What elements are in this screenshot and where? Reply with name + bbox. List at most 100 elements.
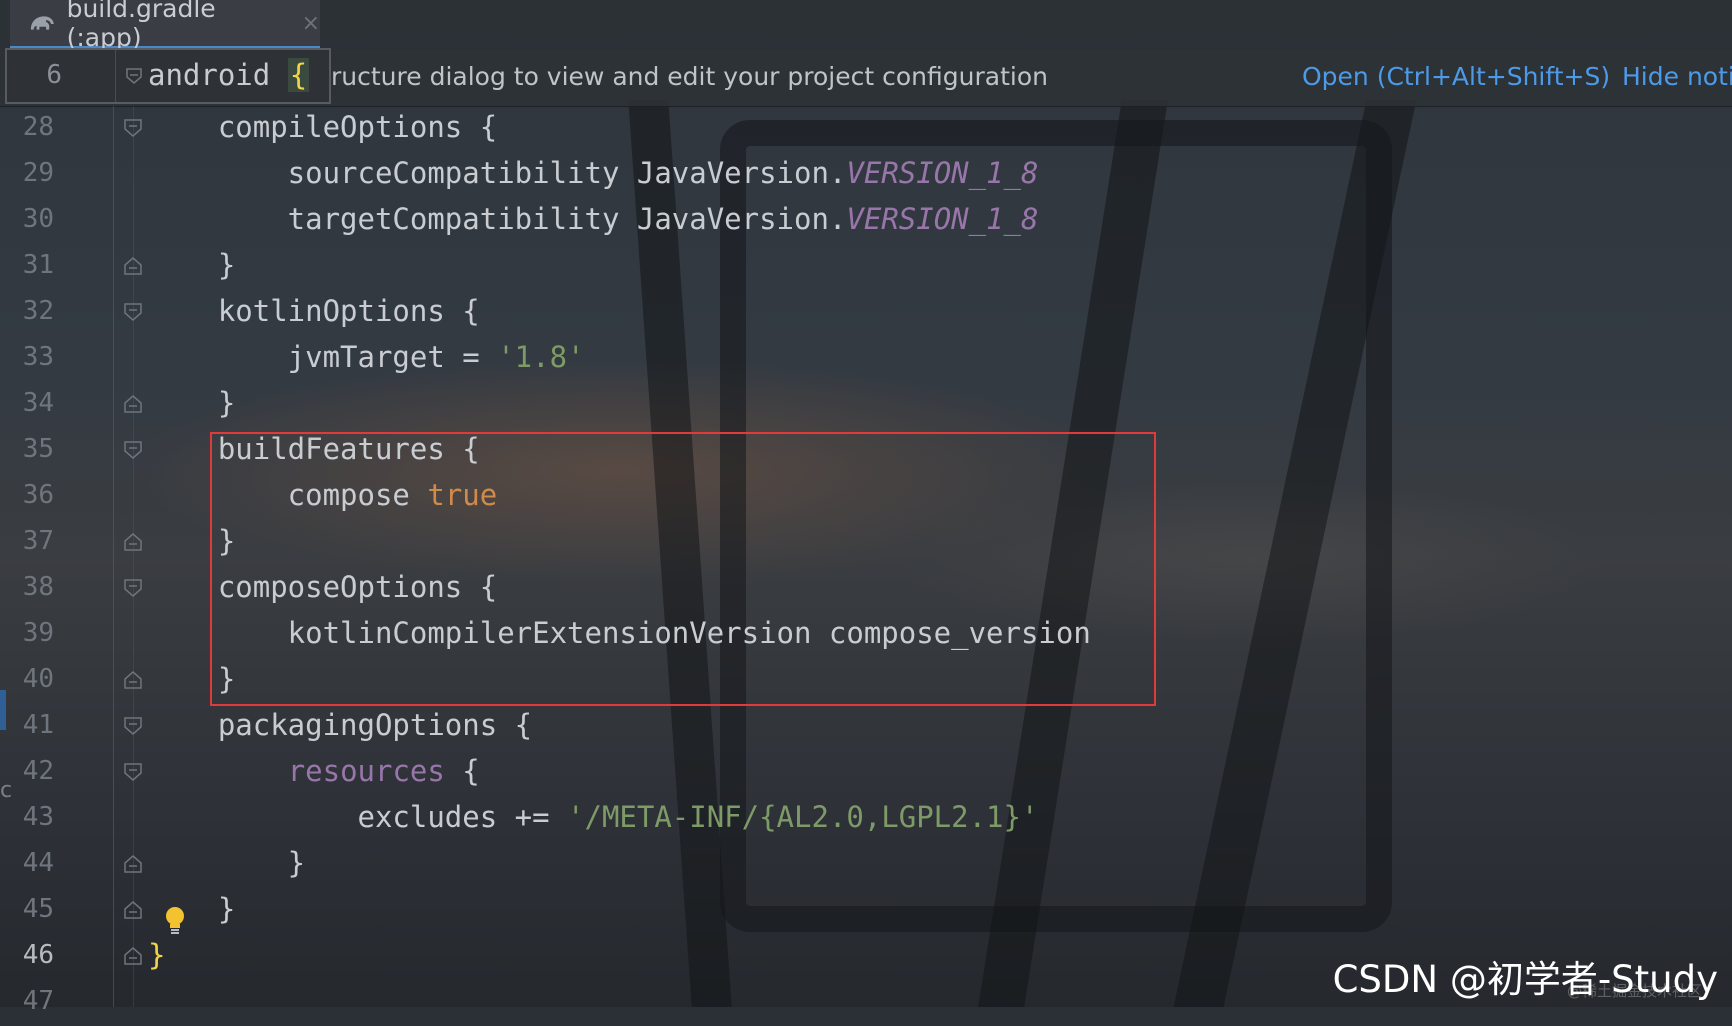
line-number: 36 <box>22 480 54 510</box>
code-token: } <box>148 938 166 972</box>
line-number: 37 <box>22 526 54 556</box>
code-text: } <box>148 524 235 558</box>
code-text: compileOptions { <box>148 110 497 144</box>
fold-close-icon[interactable] <box>123 854 143 874</box>
code-token: jvmTarget = <box>148 340 498 374</box>
code-text: } <box>148 662 235 696</box>
line-number: 43 <box>22 802 54 832</box>
code-token: sourceCompatibility JavaVersion. <box>148 156 847 190</box>
code-token: } <box>148 892 236 926</box>
csdn-watermark: CSDN @初学者-Study <box>1332 958 1718 1001</box>
code-token: compileOptions { <box>148 110 498 144</box>
fold-close-icon[interactable] <box>123 946 143 966</box>
code-line[interactable]: 31 } <box>0 244 1732 290</box>
code-token: buildFeatures { <box>148 432 480 466</box>
code-token: } <box>148 386 236 420</box>
code-editor[interactable]: 28 compileOptions {29 sourceCompatibilit… <box>0 106 1732 1016</box>
line-number: 30 <box>22 204 54 234</box>
code-token: } <box>148 248 236 282</box>
code-text: composeOptions { <box>148 570 497 604</box>
code-token: packagingOptions { <box>148 708 533 742</box>
code-line[interactable]: 44 } <box>0 842 1732 888</box>
code-line[interactable]: 40 } <box>0 658 1732 704</box>
fold-close-icon[interactable] <box>123 670 143 690</box>
code-token: '/META-INF/{AL2.0,LGPL2.1}' <box>567 800 1039 834</box>
line-number: 41 <box>22 710 54 740</box>
fold-open-icon[interactable] <box>123 716 143 736</box>
code-token: resources <box>287 754 445 788</box>
fold-open-icon[interactable] <box>123 118 143 138</box>
fold-close-icon[interactable] <box>123 256 143 276</box>
fold-open-icon[interactable] <box>123 578 143 598</box>
code-line[interactable]: 38 composeOptions { <box>0 566 1732 612</box>
code-token: composeOptions { <box>148 570 498 604</box>
fold-close-icon[interactable] <box>123 900 143 920</box>
line-number: 47 <box>22 986 54 1016</box>
code-line[interactable]: 32 kotlinOptions { <box>0 290 1732 336</box>
sticky-code-text: android <box>148 58 271 92</box>
code-text: targetCompatibility JavaVersion.VERSION_… <box>148 202 1039 236</box>
notification-message: ructure dialog to view and edit your pro… <box>331 62 1048 91</box>
code-line[interactable]: 42 resources { <box>0 750 1732 796</box>
code-line[interactable]: 33 jvmTarget = '1.8' <box>0 336 1732 382</box>
code-text: jvmTarget = '1.8' <box>148 340 585 374</box>
line-number: 44 <box>22 848 54 878</box>
code-line[interactable]: 43 excludes += '/META-INF/{AL2.0,LGPL2.1… <box>0 796 1732 842</box>
code-text: compose true <box>148 478 498 512</box>
code-text: } <box>148 846 305 880</box>
fold-open-icon[interactable] <box>123 302 143 322</box>
code-token: '1.8' <box>497 340 585 374</box>
code-line[interactable]: 35 buildFeatures { <box>0 428 1732 474</box>
code-line[interactable]: 34 } <box>0 382 1732 428</box>
code-line[interactable]: 29 sourceCompatibility JavaVersion.VERSI… <box>0 152 1732 198</box>
tab-build-gradle-app[interactable]: build.gradle (:app) × <box>10 0 320 52</box>
tab-close-icon[interactable]: × <box>302 11 320 36</box>
code-line[interactable]: 45 } <box>0 888 1732 934</box>
code-token: } <box>148 846 306 880</box>
fold-open-icon[interactable] <box>125 67 143 85</box>
sticky-scope-header[interactable]: 6 android { <box>5 48 331 104</box>
line-number: 33 <box>22 342 54 372</box>
code-token: compose <box>148 478 428 512</box>
editor-tab-bar: build.gradle (:app) × <box>0 0 1732 52</box>
fold-close-icon[interactable] <box>123 532 143 552</box>
fold-open-icon[interactable] <box>123 440 143 460</box>
code-text: } <box>148 386 235 420</box>
code-text: } <box>148 248 235 282</box>
open-project-structure-link[interactable]: Open (Ctrl+Alt+Shift+S) <box>1302 62 1610 91</box>
gutter-divider <box>115 50 116 102</box>
fold-close-icon[interactable] <box>123 394 143 414</box>
line-number: 39 <box>22 618 54 648</box>
line-number: 32 <box>22 296 54 326</box>
line-number: 46 <box>22 940 54 970</box>
code-text: packagingOptions { <box>148 708 532 742</box>
code-token: kotlinCompilerExtensionVersion compose_v… <box>148 616 1091 650</box>
fold-open-icon[interactable] <box>123 762 143 782</box>
line-number: 28 <box>22 112 54 142</box>
code-line[interactable]: 28 compileOptions { <box>0 106 1732 152</box>
code-token: true <box>427 478 498 512</box>
code-text: buildFeatures { <box>148 432 480 466</box>
gradle-elephant-icon <box>30 16 54 30</box>
code-text: } <box>148 892 235 926</box>
project-structure-notification: 6 android { ructure dialog to view and e… <box>0 48 1732 107</box>
line-number: 34 <box>22 388 54 418</box>
hide-notification-link[interactable]: Hide noti <box>1622 62 1732 91</box>
code-line[interactable]: 30 targetCompatibility JavaVersion.VERSI… <box>0 198 1732 244</box>
code-line[interactable]: 39 kotlinCompilerExtensionVersion compos… <box>0 612 1732 658</box>
code-token: VERSION_1_8 <box>846 202 1039 236</box>
code-line[interactable]: 37 } <box>0 520 1732 566</box>
lightbulb-icon[interactable] <box>164 906 186 936</box>
left-edge-accent <box>0 690 6 730</box>
code-text: } <box>148 938 165 972</box>
code-text: sourceCompatibility JavaVersion.VERSION_… <box>148 156 1039 190</box>
code-token: } <box>148 524 236 558</box>
code-line[interactable]: 41 packagingOptions { <box>0 704 1732 750</box>
code-token: } <box>148 662 236 696</box>
code-token: excludes += <box>148 800 568 834</box>
code-token: targetCompatibility JavaVersion. <box>148 202 847 236</box>
code-line[interactable]: 36 compose true <box>0 474 1732 520</box>
code-token: kotlinOptions { <box>148 294 480 328</box>
line-number: 31 <box>22 250 54 280</box>
